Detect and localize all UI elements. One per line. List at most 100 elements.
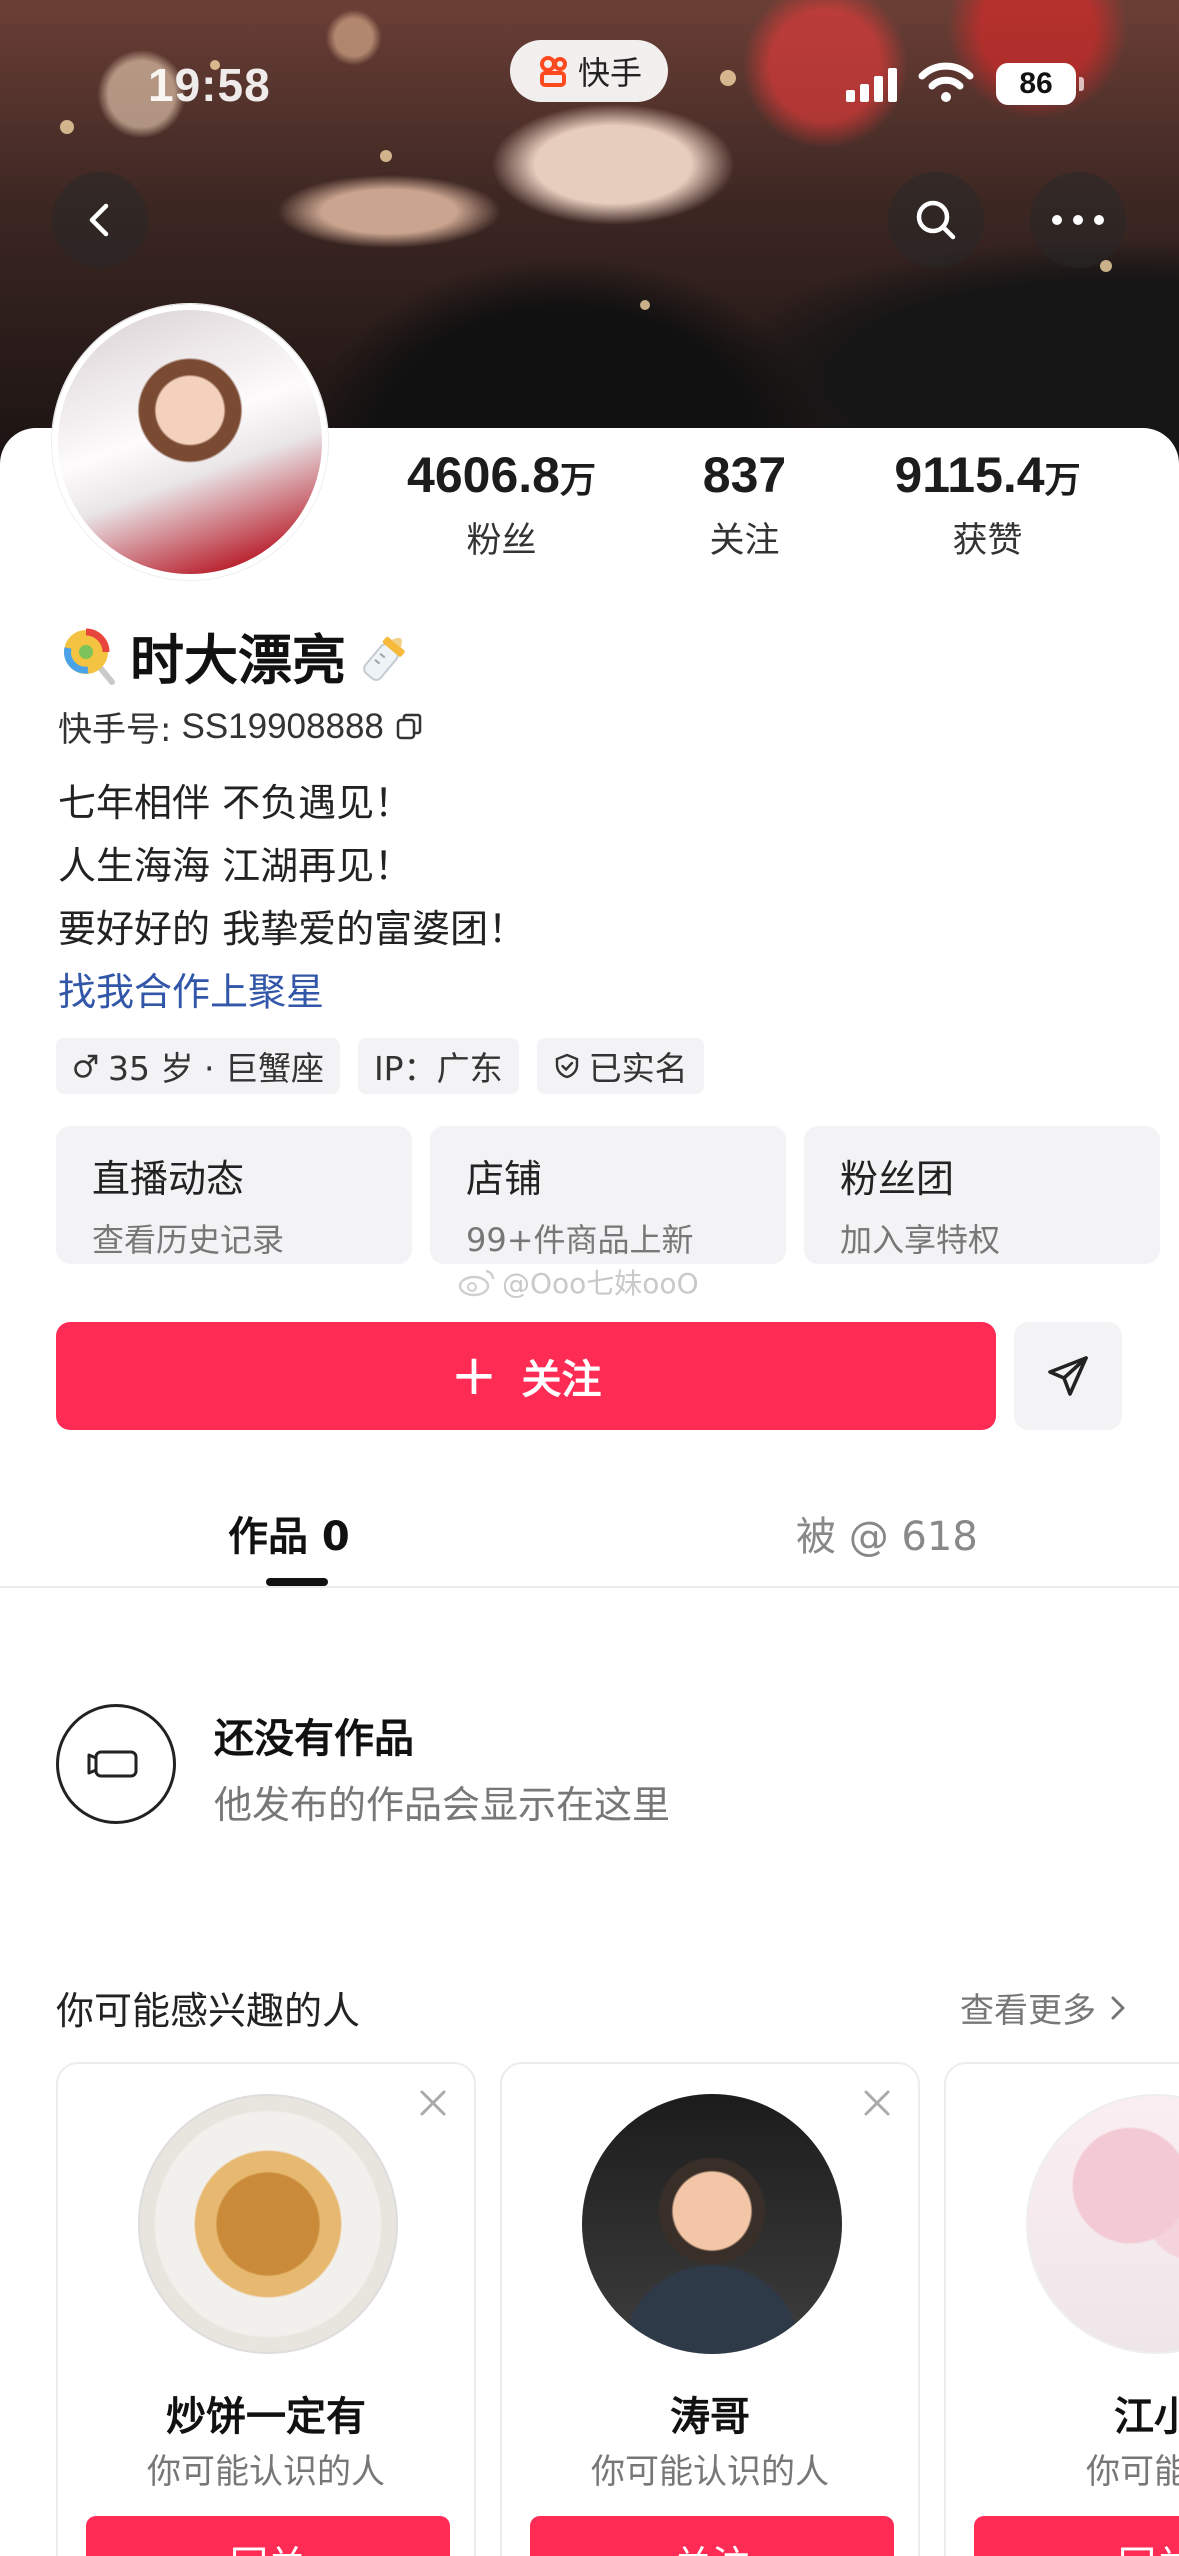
recommend-avatar[interactable]: [1026, 2094, 1179, 2354]
confetti-dot: [640, 300, 650, 310]
stat-label: 粉丝: [466, 521, 537, 561]
stat-likes[interactable]: 9115.4万 获赞: [866, 446, 1109, 563]
share-button[interactable]: [1014, 1322, 1122, 1430]
recommend-subtitle: 你可能认识的人: [147, 2452, 385, 2492]
shield-check-icon: [555, 1053, 578, 1079]
id-label: 快手号:: [58, 710, 172, 750]
stat-following[interactable]: 837 关注: [623, 446, 866, 563]
card-title: 粉丝团: [840, 1157, 955, 1201]
close-icon[interactable]: [416, 2086, 450, 2120]
chevron-left-icon: [89, 203, 109, 237]
weibo-icon: [458, 1269, 495, 1297]
lollipop-icon: [64, 628, 115, 685]
recommend-avatar[interactable]: [582, 2094, 842, 2354]
live-history-card[interactable]: 直播动态 查看历史记录: [56, 1126, 412, 1264]
male-icon: [74, 1054, 98, 1078]
tag-age: 35 岁 · 巨蟹座: [56, 1038, 340, 1094]
profile-avatar[interactable]: [52, 304, 328, 580]
profile-tags: 35 岁 · 巨蟹座 IP：广东 已实名: [56, 1038, 704, 1094]
card-title: 直播动态: [92, 1157, 245, 1201]
recommend-follow-button[interactable]: 关注: [530, 2516, 894, 2556]
tag-verified-text: 已实名: [588, 1049, 688, 1088]
card-title: 店铺: [466, 1157, 543, 1201]
follow-button[interactable]: + 关注: [56, 1322, 996, 1430]
watermark-text: @Ooo七妹ooO: [502, 1267, 699, 1300]
stat-unit: 万: [1044, 460, 1081, 501]
recommend-follow-button[interactable]: 回关: [86, 2516, 450, 2556]
shop-card[interactable]: 店铺 99+件商品上新: [430, 1126, 786, 1264]
recommend-title: 你可能感兴趣的人: [56, 1989, 361, 2033]
stat-value: 4606.8: [407, 447, 560, 503]
stat-unit: 万: [559, 460, 596, 501]
card-subtitle: 99+件商品上新: [466, 1221, 694, 1259]
stat-followers[interactable]: 4606.8万 粉丝: [380, 446, 623, 563]
profile-bio: 七年相伴 不负遇见！ 人生海海 江湖再见！ 要好好的 我挚爱的富婆团！ 找我合作…: [58, 772, 526, 1024]
recommend-card[interactable]: 炒饼一定有 你可能认识的人 回关: [56, 2062, 476, 2556]
search-icon: [916, 200, 956, 240]
stat-value: 837: [702, 447, 787, 503]
status-bar: 19:58 快手 86: [0, 0, 1179, 170]
recommend-avatar[interactable]: [138, 2094, 398, 2354]
stat-value: 9115.4: [894, 447, 1045, 503]
more-options-button[interactable]: [1030, 172, 1126, 268]
confetti-dot: [1100, 260, 1112, 272]
wifi-icon: [918, 62, 974, 102]
fan-club-card[interactable]: 粉丝团 加入享特权: [804, 1126, 1160, 1264]
close-icon[interactable]: [860, 2086, 894, 2120]
see-more-label: 查看更多: [960, 1991, 1096, 2031]
recommend-list: 炒饼一定有 你可能认识的人 回关 涛哥 你可能认识的人 关注 江小 你可能认 回…: [56, 2062, 1179, 2556]
card-subtitle: 加入享特权: [840, 1221, 1001, 1259]
recommend-name: 涛哥: [670, 2394, 750, 2440]
profile-name-row: 时大漂亮: [58, 616, 418, 695]
app-badge[interactable]: 快手: [510, 40, 668, 102]
see-more-link[interactable]: 查看更多: [960, 1983, 1126, 2032]
card-subtitle: 查看历史记录: [92, 1221, 285, 1259]
app-name: 快手: [577, 54, 642, 92]
video-camera-icon: [87, 1750, 138, 1778]
active-tab-indicator: [266, 1578, 328, 1586]
status-time: 19:58: [148, 59, 271, 111]
more-dots-icon: [1052, 215, 1104, 225]
follow-button-label: 关注: [521, 1357, 602, 1403]
recommend-header: 你可能感兴趣的人 查看更多: [56, 1980, 1126, 2035]
recommend-card[interactable]: 涛哥 你可能认识的人 关注: [500, 2062, 920, 2556]
bio-line: 要好好的 我挚爱的富婆团！: [58, 907, 527, 951]
content-tabs: 作品 0 被 @ 618: [0, 1480, 1179, 1588]
recommend-name: 炒饼一定有: [166, 2394, 366, 2440]
battery-icon: 86: [996, 63, 1084, 105]
tab-works[interactable]: 作品 0: [228, 1504, 350, 1562]
tag-ip-text: IP：广东: [373, 1049, 503, 1088]
tag-verified: 已实名: [536, 1038, 704, 1094]
bio-line: 七年相伴 不负遇见！: [58, 781, 413, 825]
back-button[interactable]: [52, 172, 148, 268]
empty-state-title: 还没有作品: [214, 1716, 414, 1762]
profile-stats: 4606.8万 粉丝 837 关注 9115.4万 获赞: [380, 446, 1140, 563]
battery-level: 86: [1019, 67, 1053, 100]
watermark: @Ooo七妹ooO: [458, 1262, 699, 1302]
profile-name: 时大漂亮: [130, 629, 346, 692]
empty-state-subtitle: 他发布的作品会显示在这里: [214, 1783, 671, 1827]
search-button[interactable]: [888, 172, 984, 268]
tab-mentions[interactable]: 被 @ 618: [796, 1504, 978, 1562]
recommend-card[interactable]: 江小 你可能认 回关: [944, 2062, 1179, 2556]
recommend-name: 江小: [1114, 2394, 1179, 2440]
chevron-right-icon: [1111, 1996, 1125, 2019]
tag-age-text: 35 岁 · 巨蟹座: [108, 1049, 324, 1088]
recommend-follow-button[interactable]: 回关: [974, 2516, 1179, 2556]
tag-ip: IP：广东: [357, 1038, 519, 1094]
plus-icon: +: [450, 1343, 498, 1408]
recommend-subtitle: 你可能认: [1086, 2452, 1179, 2492]
copy-icon[interactable]: [394, 711, 426, 743]
baby-bottle-icon: [363, 636, 405, 681]
stat-label: 获赞: [952, 521, 1023, 561]
send-icon: [1048, 1356, 1088, 1396]
feature-cards: 直播动态 查看历史记录 店铺 99+件商品上新 粉丝团 加入享特权: [56, 1126, 1160, 1264]
profile-id-row: 快手号: SS19908888: [58, 702, 426, 751]
bio-line: 人生海海 江湖再见！: [58, 844, 413, 888]
kuaishou-logo-icon: [539, 56, 567, 87]
recommend-subtitle: 你可能认识的人: [591, 2452, 829, 2492]
cooperation-link[interactable]: 找我合作上聚星: [58, 961, 526, 1024]
id-value: SS19908888: [181, 706, 384, 746]
signal-icon: [846, 66, 902, 102]
empty-works-icon: [56, 1704, 176, 1824]
